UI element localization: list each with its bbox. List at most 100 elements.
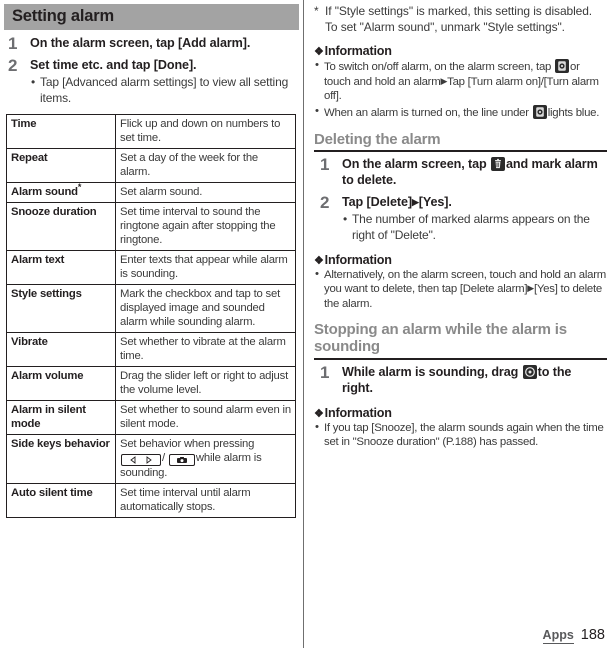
setting-name: Alarm text — [6, 250, 116, 286]
list-item: • When an alarm is turned on, the line un… — [314, 104, 607, 121]
diamond-icon: ❖ — [314, 46, 324, 59]
step-title: While alarm is sounding, drag to the rig… — [342, 364, 605, 397]
left-column: Setting alarm 1 On the alarm screen, tap… — [0, 0, 303, 648]
manual-page: Setting alarm 1 On the alarm screen, tap… — [0, 0, 609, 648]
information-heading-text: Information — [324, 405, 392, 420]
information-bullet-list-3: • If you tap [Snooze], the alarm sounds a… — [314, 421, 607, 450]
setting-name: Alarm in silent mode — [6, 400, 116, 436]
table-row: Alarm volume Drag the slider left or rig… — [6, 366, 296, 402]
information-heading: ❖Information — [314, 44, 609, 58]
setting-name: Repeat — [6, 148, 116, 184]
setting-description: Set alarm sound. — [115, 182, 296, 204]
footnote-text: If "Style settings" is marked, this sett… — [325, 4, 593, 34]
trash-icon — [491, 157, 505, 172]
step-title-part-1: On the alarm screen, tap — [342, 157, 487, 172]
table-row: Snooze duration Set time interval to sou… — [6, 202, 296, 252]
table-row: Style settings Mark the checkbox and tap… — [6, 284, 296, 334]
setting-name: Side keys behavior — [6, 434, 116, 485]
alarm-toggle-icon — [555, 59, 570, 74]
list-item: • To switch on/off alarm, on the alarm sc… — [314, 59, 607, 104]
step-title-part-1: While alarm is sounding, drag — [342, 364, 519, 379]
footer-section-label: Apps — [542, 628, 574, 644]
stop-step-1: 1 While alarm is sounding, drag to the r… — [316, 362, 605, 397]
step-note: • The number of marked alarms appears on … — [342, 212, 605, 243]
right-column: * If "Style settings" is marked, this set… — [312, 0, 609, 648]
arrow-icon: ▶ — [527, 283, 534, 294]
setting-description: Flick up and down on numbers to set time… — [115, 114, 296, 150]
information-heading-text: Information — [324, 44, 392, 59]
bullet-dot: • — [315, 267, 319, 280]
bullet-dot: • — [315, 104, 319, 117]
diamond-icon: ❖ — [314, 254, 324, 267]
list-item: • If you tap [Snooze], the alarm sounds a… — [314, 421, 607, 450]
information-heading-text: Information — [324, 252, 392, 267]
camera-key-icon — [168, 454, 195, 467]
step-number: 2 — [8, 56, 18, 76]
table-row: Repeat Set a day of the week for the ala… — [6, 148, 296, 184]
list-item: • Alternatively, on the alarm screen, tou… — [314, 268, 607, 312]
page-number: 188 — [580, 627, 605, 643]
page-footer: Apps 188 — [542, 627, 605, 644]
step-note-text: Tap [Advanced alarm settings] to view al… — [40, 75, 289, 105]
delete-step-1: 1 On the alarm screen, tap and mark alar… — [316, 155, 605, 189]
setting-name: Alarm volume — [6, 366, 116, 402]
step-title: On the alarm screen, tap and mark alarm … — [342, 157, 605, 189]
section-heading-deleting: Deleting the alarm — [314, 130, 441, 148]
desc-part-1: Set behavior when pressing — [120, 438, 255, 451]
setting-description: Set whether to sound alarm even in silen… — [115, 400, 296, 436]
setting-description: Set time interval until alarm automatica… — [115, 483, 296, 519]
setting-description: Drag the slider left or right to adjust … — [115, 366, 296, 402]
step-title-part-1: Tap [Delete] — [342, 195, 412, 210]
delete-step-2: 2 Tap [Delete]▶[Yes]. • The number of mar… — [316, 193, 605, 243]
bullet-dot: • — [315, 59, 319, 72]
bullet-part-1: If you tap [Snooze], the alarm sounds ag… — [324, 421, 604, 449]
bullet-part-1: When an alarm is turned on, the line und… — [324, 106, 529, 119]
step-note-text: The number of marked alarms appears on t… — [352, 212, 590, 242]
setting-name: Time — [6, 114, 116, 150]
bullet-part-1: To switch on/off alarm, on the alarm scr… — [324, 61, 552, 74]
information-heading: ❖Information — [314, 406, 609, 420]
step-title: Set time etc. and tap [Done]. — [30, 58, 197, 73]
table-row: Auto silent time Set time interval until… — [6, 483, 296, 519]
step-2: 2 Set time etc. and tap [Done]. • Tap [Ad… — [4, 56, 299, 106]
alarm-toggle-icon — [532, 104, 547, 119]
step-number: 1 — [320, 155, 330, 175]
section-heading-stopping: Stopping an alarm while the alarm is sou… — [314, 321, 567, 356]
table-row: Alarm sound* Set alarm sound. — [6, 182, 296, 204]
step-title-part-2: [Yes]. — [418, 195, 452, 210]
setting-description: Mark the checkbox and tap to set display… — [115, 284, 296, 334]
bullet-dot: • — [31, 75, 36, 90]
table-row: Time Flick up and down on numbers to set… — [6, 114, 296, 150]
information-heading: ❖Information — [314, 253, 609, 267]
step-note: • Tap [Advanced alarm settings] to view a… — [30, 75, 299, 106]
step-number: 1 — [8, 34, 18, 54]
alarm-settings-table: Time Flick up and down on numbers to set… — [6, 114, 296, 519]
desc-part-2: / — [162, 452, 165, 465]
setting-description: Set a day of the week for the alarm. — [115, 148, 296, 184]
arrow-icon: ▶ — [411, 197, 419, 208]
step-title: On the alarm screen, tap [Add alarm]. — [30, 36, 251, 51]
column-divider — [303, 0, 304, 648]
information-bullet-list-2: • Alternatively, on the alarm screen, tou… — [314, 268, 607, 312]
section-rule — [314, 150, 607, 153]
setting-name: Auto silent time — [6, 483, 116, 519]
bullet-part-2: lights blue. — [547, 106, 600, 119]
footnote-marker: * — [77, 182, 82, 193]
step-title: Tap [Delete]▶[Yes]. — [342, 195, 605, 211]
bullet-dot: • — [315, 420, 319, 433]
step-number: 2 — [320, 193, 330, 213]
volume-key-icon — [121, 454, 161, 467]
section-rule — [314, 357, 607, 360]
information-bullet-list-1: • To switch on/off alarm, on the alarm sc… — [314, 59, 607, 120]
setting-description: Set behavior when pressing / while alarm… — [115, 434, 296, 485]
alarm-drag-icon — [522, 364, 537, 379]
step-1: 1 On the alarm screen, tap [Add alarm]. — [4, 34, 299, 54]
step-number: 1 — [320, 362, 330, 382]
setting-name: Alarm sound* — [6, 182, 116, 204]
setting-name-text: Alarm sound — [11, 186, 78, 199]
footnote: * If "Style settings" is marked, this set… — [314, 4, 605, 35]
setting-description: Set time interval to sound the ringtone … — [115, 202, 296, 252]
setting-description: Enter texts that appear while alarm is s… — [115, 250, 296, 286]
table-row: Alarm in silent mode Set whether to soun… — [6, 400, 296, 436]
table-row: Vibrate Set whether to vibrate at the al… — [6, 332, 296, 368]
